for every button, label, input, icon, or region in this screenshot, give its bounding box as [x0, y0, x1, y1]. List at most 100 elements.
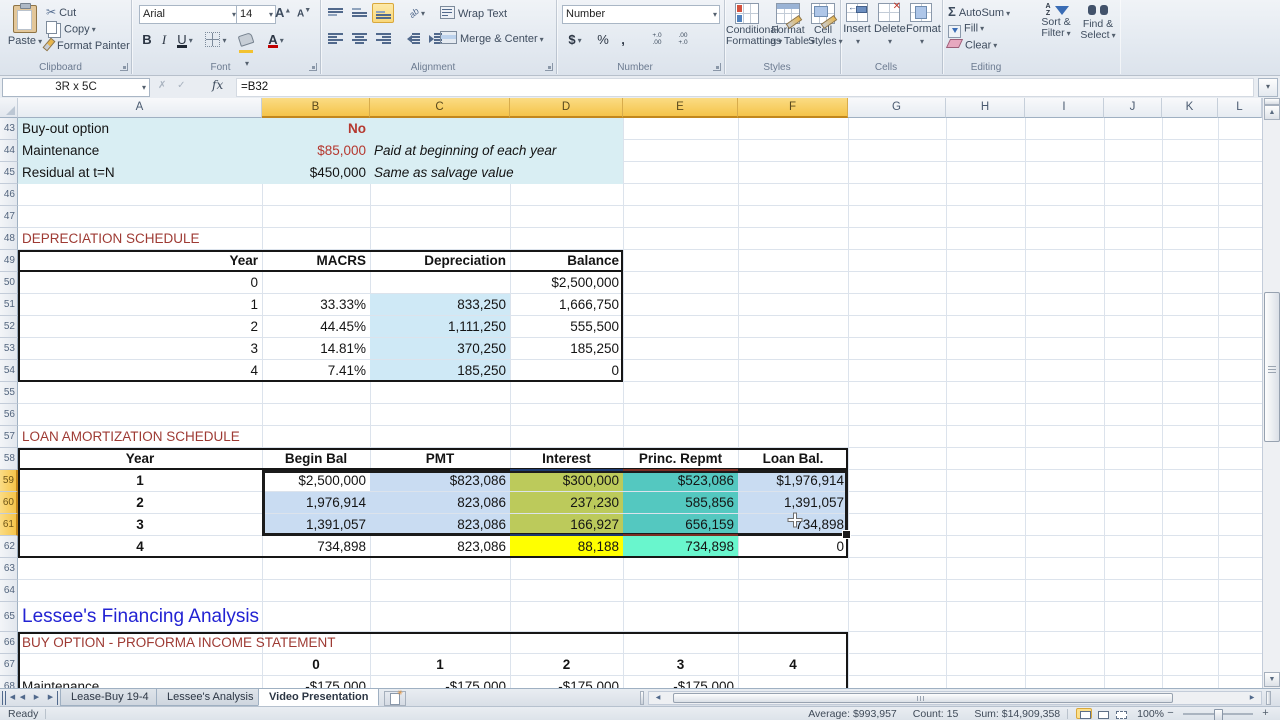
shrink-font-button[interactable]: A▼ [297, 7, 311, 20]
cell-a43[interactable]: Buy-out option [18, 118, 262, 139]
format-cells-button[interactable]: Format [906, 0, 936, 47]
cell[interactable]: 4 [738, 654, 848, 675]
alignment-dialog-launcher[interactable] [545, 63, 553, 71]
column-header-l[interactable]: L [1218, 98, 1262, 118]
row-header[interactable]: 62 [0, 536, 18, 558]
cell[interactable]: 823,086 [370, 514, 510, 535]
sheet-tab-lease-buy[interactable]: Lease-Buy 19-4 [60, 689, 160, 706]
loan-header-princ[interactable]: Princ. Repmt [623, 448, 738, 469]
last-sheet-button[interactable]: ▶ [44, 691, 61, 705]
cell[interactable]: -$175,000 [262, 676, 370, 688]
cut-button[interactable]: ✂Cut [46, 4, 76, 21]
column-header-h[interactable]: H [946, 98, 1025, 118]
scroll-left-button[interactable]: ◀ [651, 693, 665, 703]
decrease-decimal-button[interactable]: .00+.0 [672, 28, 694, 50]
cell[interactable]: $2,500,000 [510, 272, 623, 293]
zoom-in-button[interactable]: + [1259, 708, 1272, 719]
loan-header-pmt[interactable]: PMT [370, 448, 510, 469]
cell-active[interactable]: $2,500,000 [262, 470, 370, 491]
sheet-tab-video-presentation[interactable]: Video Presentation [258, 689, 379, 706]
row-header[interactable]: 46 [0, 184, 18, 206]
font-family-combo[interactable]: Arial▾ [139, 5, 239, 24]
cell[interactable]: -$175,000 [623, 676, 738, 688]
cell[interactable]: 88,188 [510, 536, 623, 557]
loan-header-year[interactable]: Year [18, 448, 262, 469]
cell[interactable]: 1,666,750 [510, 294, 623, 315]
zoom-slider-thumb[interactable] [1214, 709, 1223, 720]
row-header-selected[interactable]: 60 [0, 492, 18, 514]
find-select-button[interactable]: Find &Select [1078, 0, 1118, 41]
cell[interactable]: Maintenance [18, 676, 262, 688]
cell[interactable]: 370,250 [370, 338, 510, 359]
cell[interactable]: 7.41% [262, 360, 370, 381]
cell[interactable]: 185,250 [370, 360, 510, 381]
bold-button[interactable]: B [139, 30, 155, 49]
loan-header-interest[interactable]: Interest [510, 448, 623, 469]
format-painter-button[interactable]: Format Painter [46, 38, 130, 55]
cell-styles-button[interactable]: CellStyles [808, 0, 838, 47]
cell[interactable]: 0 [510, 360, 623, 381]
align-right-button[interactable] [372, 28, 394, 48]
row-header[interactable]: 45 [0, 162, 18, 184]
name-box[interactable]: 3R x 5C▾ [2, 78, 150, 97]
align-center-button[interactable] [348, 28, 370, 48]
cell[interactable]: 4 [18, 360, 262, 381]
align-middle-button[interactable] [348, 3, 370, 23]
sheet-grid[interactable]: Buy-out option No Maintenance $85,000 Pa… [18, 118, 1262, 688]
sort-filter-button[interactable]: AZ Sort &Filter [1036, 0, 1076, 39]
align-bottom-button[interactable] [372, 3, 394, 23]
column-header-f[interactable]: F [738, 98, 848, 118]
scroll-right-button[interactable]: ▶ [1245, 693, 1259, 703]
dep-header-depreciation[interactable]: Depreciation [370, 250, 510, 271]
orientation-button[interactable]: ab [402, 3, 432, 23]
select-all-corner[interactable] [0, 98, 18, 118]
cell[interactable]: 3 [18, 338, 262, 359]
grow-font-button[interactable]: A▲ [275, 5, 291, 20]
cell[interactable]: 734,898 [262, 536, 370, 557]
cell[interactable]: $300,000 [510, 470, 623, 491]
cell[interactable]: 555,500 [510, 316, 623, 337]
cell-a44[interactable]: Maintenance [18, 140, 262, 161]
cell[interactable]: 1,976,914 [262, 492, 370, 513]
percent-style-button[interactable]: % [594, 30, 612, 49]
income-statement-title[interactable]: BUY OPTION - PROFORMA INCOME STATEMENT [18, 632, 340, 653]
row-header[interactable]: 43 [0, 118, 18, 140]
fill-button[interactable]: Fill [948, 20, 984, 37]
horizontal-scroll-thumb[interactable] [673, 693, 1173, 703]
row-header[interactable]: 51 [0, 294, 18, 316]
column-header-a[interactable]: A [18, 98, 262, 118]
cell[interactable]: 44.45% [262, 316, 370, 337]
align-top-button[interactable] [324, 3, 346, 23]
next-sheet-button[interactable]: ▶ [30, 691, 43, 705]
view-page-break-button[interactable] [1112, 708, 1128, 719]
loan-title[interactable]: LOAN AMORTIZATION SCHEDULE [18, 426, 262, 447]
cell[interactable]: 833,250 [370, 294, 510, 315]
row-header[interactable]: 54 [0, 360, 18, 382]
increase-decimal-button[interactable]: +.0.00 [646, 28, 668, 50]
row-header[interactable]: 63 [0, 558, 18, 580]
row-header[interactable]: 68 [0, 676, 18, 688]
zoom-out-button[interactable]: − [1164, 708, 1177, 719]
column-header-e[interactable]: E [623, 98, 738, 118]
row-header[interactable]: 52 [0, 316, 18, 338]
dep-title[interactable]: DEPRECIATION SCHEDULE [18, 228, 262, 249]
row-header-selected[interactable]: 59 [0, 470, 18, 492]
scroll-down-button[interactable]: ▼ [1264, 672, 1280, 687]
cell[interactable]: $823,086 [370, 470, 510, 491]
cell[interactable]: 33.33% [262, 294, 370, 315]
number-dialog-launcher[interactable] [713, 63, 721, 71]
cell[interactable]: 823,086 [370, 536, 510, 557]
underline-button[interactable]: U [173, 30, 197, 49]
dep-header-year[interactable]: Year [18, 250, 262, 271]
cell-c45[interactable]: Same as salvage value [370, 162, 630, 183]
font-color-button[interactable]: A [263, 30, 289, 49]
horizontal-scrollbar[interactable]: ◀ ▶ [648, 691, 1262, 705]
autosum-button[interactable]: ΣAutoSum [948, 3, 1010, 20]
italic-button[interactable]: I [157, 30, 171, 49]
formula-input[interactable]: =B32 [236, 78, 1254, 97]
cell[interactable]: 1 [18, 294, 262, 315]
cell[interactable]: $1,976,914 [738, 470, 848, 491]
zoom-slider[interactable] [1183, 713, 1253, 715]
column-header-j[interactable]: J [1104, 98, 1162, 118]
cell-b43[interactable]: No [262, 118, 370, 139]
